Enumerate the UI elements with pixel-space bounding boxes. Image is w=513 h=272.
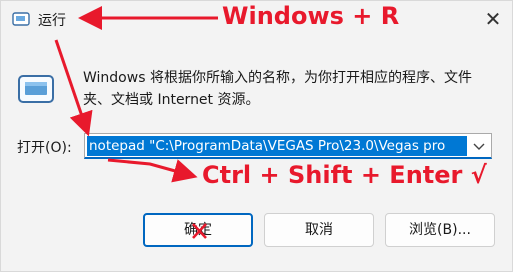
command-input[interactable]: notepad "C:\ProgramData\VEGAS Pro\23.0\V… [87,136,467,156]
command-combobox[interactable]: notepad "C:\ProgramData\VEGAS Pro\23.0\V… [84,133,492,159]
ok-button[interactable]: 确定 [143,213,253,247]
close-button[interactable]: ✕ [479,5,507,33]
browse-button[interactable]: 浏览(B)... [385,213,495,247]
cancel-button-label: 取消 [305,222,333,238]
close-icon: ✕ [484,7,502,31]
shortcut-run-admin-annotation: Ctrl + Shift + Enter √ [202,161,487,189]
dialog-description: Windows 将根据你所输入的名称，为你打开相应的程序、文件夹、文档或 Int… [83,70,472,108]
run-icon [18,75,54,103]
run-icon [12,12,30,26]
cancel-button[interactable]: 取消 [264,213,374,247]
browse-button-label: 浏览(B)... [409,222,471,238]
window-title: 运行 [38,13,66,29]
open-label: 打开(O): [17,140,72,156]
run-dialog: 运行 ✕ Windows 将根据你所输入的名称，为你打开相应的程序、文件夹、文档… [0,0,513,272]
chevron-down-icon[interactable] [471,138,487,154]
shortcut-open-annotation: Windows + R [222,2,400,30]
ok-button-label: 确定 [184,222,212,238]
